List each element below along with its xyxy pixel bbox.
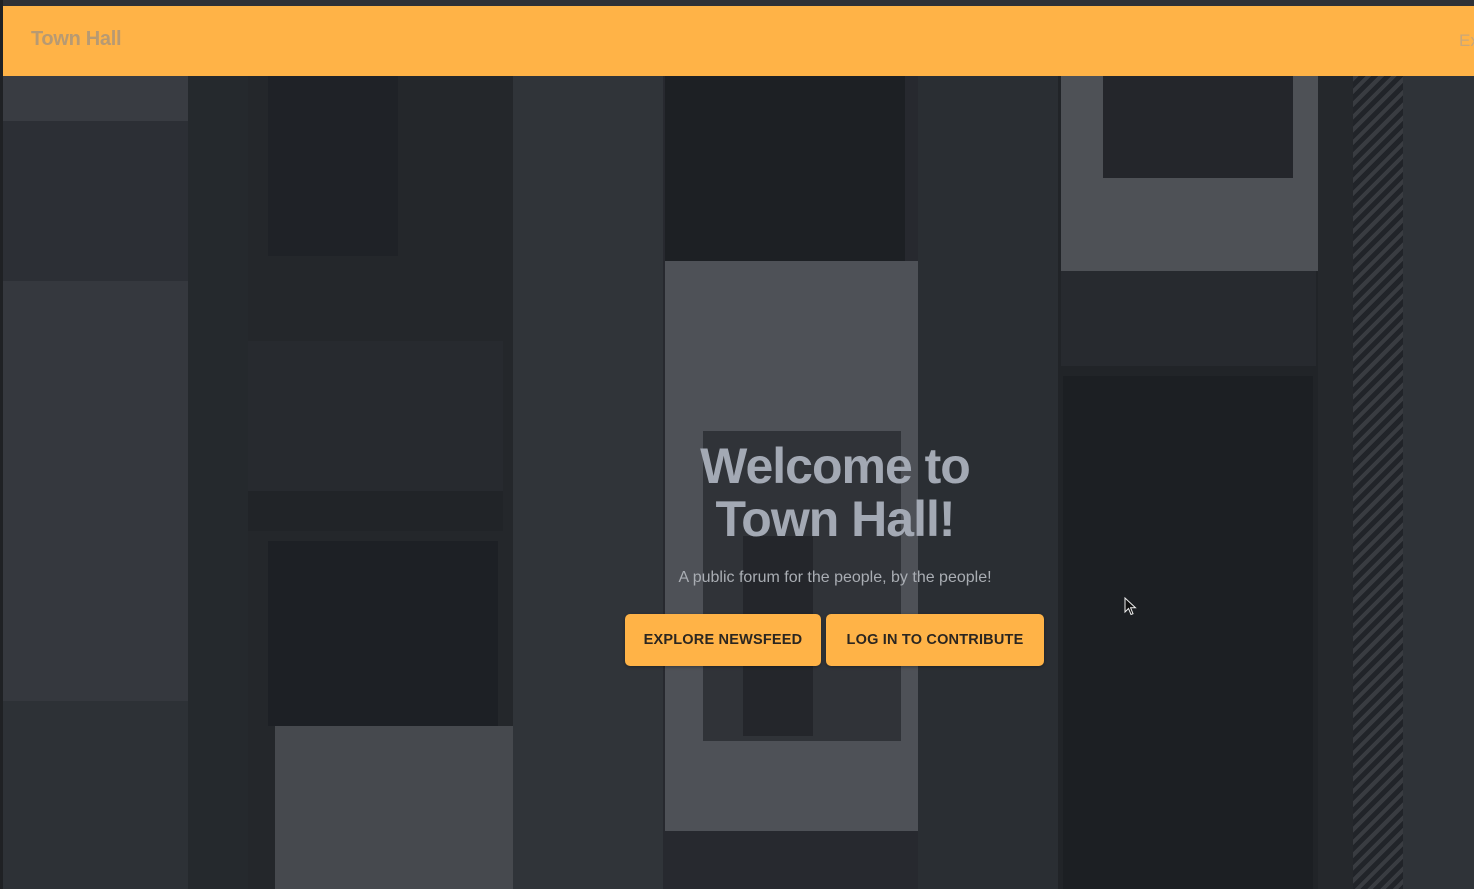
explore-newsfeed-button[interactable]: EXPLORE NEWSFEED [625, 614, 821, 666]
nav-link-explore[interactable]: Ex [1459, 31, 1474, 51]
hero-section: Welcome to Town Hall! A public forum for… [3, 76, 1474, 889]
hero-title-line-1: Welcome to [700, 438, 971, 494]
hero-title: Welcome to Town Hall! [535, 440, 1135, 546]
top-navbar: Town Hall Ex [3, 6, 1474, 76]
hero-subtitle: A public forum for the people, by the pe… [678, 569, 992, 586]
hero-title-line-2: Town Hall! [715, 491, 955, 547]
window-left-edge [0, 0, 3, 889]
login-to-contribute-button[interactable]: LOG IN TO CONTRIBUTE [826, 614, 1044, 666]
brand-link[interactable]: Town Hall [31, 28, 122, 51]
mouse-cursor-icon [1124, 597, 1137, 616]
hero-content: Welcome to Town Hall! A public forum for… [3, 76, 1474, 889]
